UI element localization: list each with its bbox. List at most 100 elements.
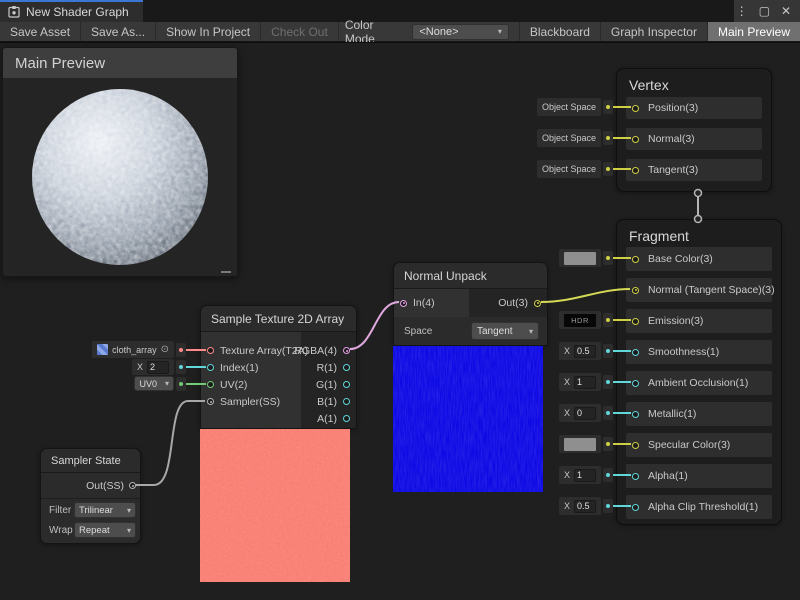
smoothness-port[interactable] [632, 349, 639, 356]
sample-node-title: Sample Texture 2D Array [201, 306, 356, 332]
emission-widget: HDR [559, 311, 631, 329]
vertex-node[interactable]: Vertex Position(3) Normal(3) Tangent(3) [616, 68, 772, 192]
emission-port[interactable] [632, 318, 639, 325]
widget-port-dot [603, 251, 613, 265]
filter-dropdown[interactable]: Trilinear▾ [74, 502, 136, 518]
base-color-port[interactable] [632, 256, 639, 263]
widget-port-dot [603, 344, 613, 358]
smoothness-widget: X0.5 [559, 342, 631, 360]
save-as-button[interactable]: Save As... [81, 22, 156, 41]
widget-port-dot [603, 468, 613, 482]
port-row-metallic: Metallic(1) [626, 402, 772, 426]
alpha-port[interactable] [632, 473, 639, 480]
show-in-project-button[interactable]: Show In Project [156, 22, 261, 41]
normal-port[interactable] [632, 136, 639, 143]
tab-new-shader-graph[interactable]: New Shader Graph [0, 0, 143, 22]
out-port-cell: Out(3) [469, 289, 547, 317]
color-mode-dropdown[interactable]: <None> ▾ [412, 24, 509, 40]
sample-texture-2d-array-node[interactable]: Sample Texture 2D Array Texture Array(T2… [200, 305, 357, 582]
metallic-value-field[interactable]: 0 [574, 407, 596, 420]
in-port[interactable] [400, 300, 407, 307]
texture-object-field[interactable]: cloth_array ⊙ [92, 341, 174, 358]
rgba-output-port[interactable] [343, 347, 350, 354]
widget-port-dot [176, 360, 186, 374]
blackboard-toggle-button[interactable]: Blackboard [519, 22, 600, 41]
widget-port-dot [603, 406, 613, 420]
sampler-port[interactable] [207, 398, 214, 405]
base-color-swatch[interactable] [559, 249, 601, 267]
alpha-clip-threshold-widget: X0.5 [559, 497, 631, 515]
save-asset-button[interactable]: Save Asset [0, 22, 81, 41]
port-row-alpha: Alpha(1) [626, 464, 772, 488]
main-preview-header[interactable]: Main Preview [3, 48, 237, 78]
ambient-occlusion-value-field[interactable]: 1 [574, 376, 596, 389]
texture-preview-red [200, 429, 350, 582]
fragment-node[interactable]: Fragment Base Color(3) Normal (Tangent S… [616, 219, 782, 525]
tab-title: New Shader Graph [26, 5, 129, 19]
port-row-position: Position(3) [626, 97, 762, 119]
emission-hdr-swatch[interactable]: HDR [559, 311, 601, 329]
widget-port-dot [603, 375, 613, 389]
preview-sphere [3, 78, 237, 276]
uv-port[interactable] [207, 381, 214, 388]
chevron-down-icon: ▾ [529, 327, 533, 336]
specular-color-swatch[interactable] [559, 435, 601, 453]
normal-space-field[interactable]: Object Space [537, 129, 601, 147]
in-port-cell: In(4) [394, 289, 469, 317]
chevron-down-icon: ▾ [498, 27, 502, 36]
color-mode-label: Color Mode [339, 22, 413, 41]
a-output-port[interactable] [343, 415, 350, 422]
texture-array-port[interactable] [207, 347, 214, 354]
sampler-state-node[interactable]: Sampler State Out(SS) Filter Trilinear▾ … [40, 448, 141, 544]
normal-unpack-node[interactable]: Normal Unpack In(4) Out(3) Space Tangent… [393, 262, 548, 492]
object-picker-icon[interactable]: ⊙ [161, 345, 169, 355]
alpha-clip-value-field[interactable]: 0.5 [574, 500, 596, 513]
out-port[interactable] [534, 300, 541, 307]
graph-inspector-toggle-button[interactable]: Graph Inspector [600, 22, 707, 41]
main-preview-viewport[interactable] [3, 78, 237, 276]
maximize-icon[interactable]: ▢ [759, 0, 770, 22]
specular-color-port[interactable] [632, 442, 639, 449]
smoothness-value-field[interactable]: 0.5 [574, 345, 596, 358]
close-icon[interactable]: ✕ [781, 0, 791, 22]
out-ss-port[interactable] [129, 482, 136, 489]
main-preview-toggle-button[interactable]: Main Preview [707, 22, 800, 41]
resize-grip[interactable] [221, 271, 231, 273]
ambient-occlusion-port[interactable] [632, 380, 639, 387]
vertex-node-title: Vertex [629, 77, 669, 93]
g-output-port[interactable] [343, 381, 350, 388]
port-row-smoothness: Smoothness(1) [626, 340, 772, 364]
normal-space-widget: Object Space [537, 129, 631, 147]
space-row: Space Tangent▾ [394, 317, 547, 345]
uv-channel-dropdown[interactable]: UV0▾ [134, 376, 174, 391]
tangent-port[interactable] [632, 167, 639, 174]
shader-graph-icon [8, 6, 20, 18]
metallic-widget: X0 [559, 404, 631, 422]
b-output-port[interactable] [343, 398, 350, 405]
sampler-state-title: Sampler State [41, 449, 140, 473]
metallic-port[interactable] [632, 411, 639, 418]
widget-port-dot [603, 162, 613, 176]
index-value-field[interactable]: 2 [147, 361, 169, 374]
r-output-port[interactable] [343, 364, 350, 371]
wrap-row: Wrap Repeat▾ [41, 521, 140, 543]
wrap-dropdown[interactable]: Repeat▾ [74, 522, 136, 538]
position-port[interactable] [632, 105, 639, 112]
kebab-menu-icon[interactable]: ⋮ [736, 0, 748, 22]
tangent-space-field[interactable]: Object Space [537, 160, 601, 178]
fragment-node-title: Fragment [629, 228, 689, 244]
chevron-down-icon: ▾ [127, 506, 131, 515]
check-out-button: Check Out [261, 22, 339, 41]
alpha-value-field[interactable]: 1 [574, 469, 596, 482]
index-port[interactable] [207, 364, 214, 371]
widget-port-dot [176, 343, 186, 357]
widget-port-dot [603, 499, 613, 513]
main-preview-panel[interactable]: Main Preview [2, 47, 238, 277]
space-dropdown[interactable]: Tangent▾ [471, 322, 539, 340]
normal-tangent-space-port[interactable] [632, 287, 639, 294]
alpha-clip-threshold-port[interactable] [632, 504, 639, 511]
port-row-normal-ts: Normal (Tangent Space)(3) [626, 278, 772, 302]
port-row-base-color: Base Color(3) [626, 247, 772, 271]
base-color-widget [559, 249, 631, 267]
position-space-field[interactable]: Object Space [537, 98, 601, 116]
